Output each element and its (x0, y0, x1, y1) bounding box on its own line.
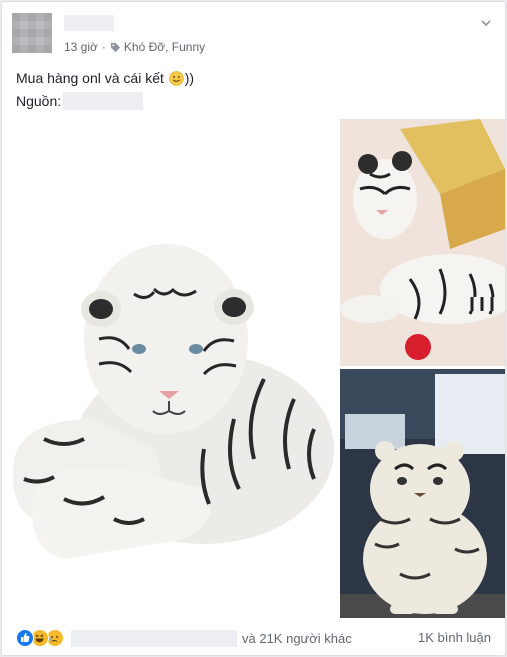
photo-bottom-right[interactable] (340, 369, 505, 618)
post-time[interactable]: 13 giờ (64, 40, 98, 54)
tiger-plush-image (13, 244, 334, 559)
post-card: 13 giờ · Khó Đỡ, Funny Mua hàng onl và c… (1, 1, 506, 656)
photo-top-right[interactable] (340, 119, 505, 366)
avatar[interactable] (12, 13, 52, 53)
photo-main[interactable] (4, 119, 338, 619)
author-name-blurred[interactable] (64, 15, 114, 31)
post-meta: 13 giờ · Khó Đỡ, Funny (64, 40, 205, 54)
reactions-count[interactable]: và 21K người khác (242, 631, 352, 646)
post-tags[interactable]: Khó Đỡ, Funny (124, 40, 205, 54)
reactor-names-blurred[interactable] (71, 629, 237, 647)
reactions-bar[interactable]: và 21K người khác (16, 629, 352, 647)
tag-icon (110, 42, 120, 52)
post-source: Nguồn: (16, 92, 144, 110)
source-link-blurred[interactable] (63, 92, 144, 110)
source-label: Nguồn: (16, 93, 62, 109)
tiger-plush-box-image (340, 119, 505, 366)
post-text-main: Mua hàng onl và cái kết (16, 70, 168, 86)
meta-separator: · (101, 40, 106, 54)
chevron-down-icon[interactable] (479, 16, 493, 30)
post-text-tail: )) (184, 70, 195, 86)
comments-count[interactable]: 1K bình luận (418, 630, 491, 645)
like-icon (16, 629, 34, 647)
post-text: Mua hàng onl và cái kết )) (16, 69, 194, 87)
smile-emoji-icon (169, 71, 184, 86)
chubby-tiger-toy-image (340, 369, 505, 618)
